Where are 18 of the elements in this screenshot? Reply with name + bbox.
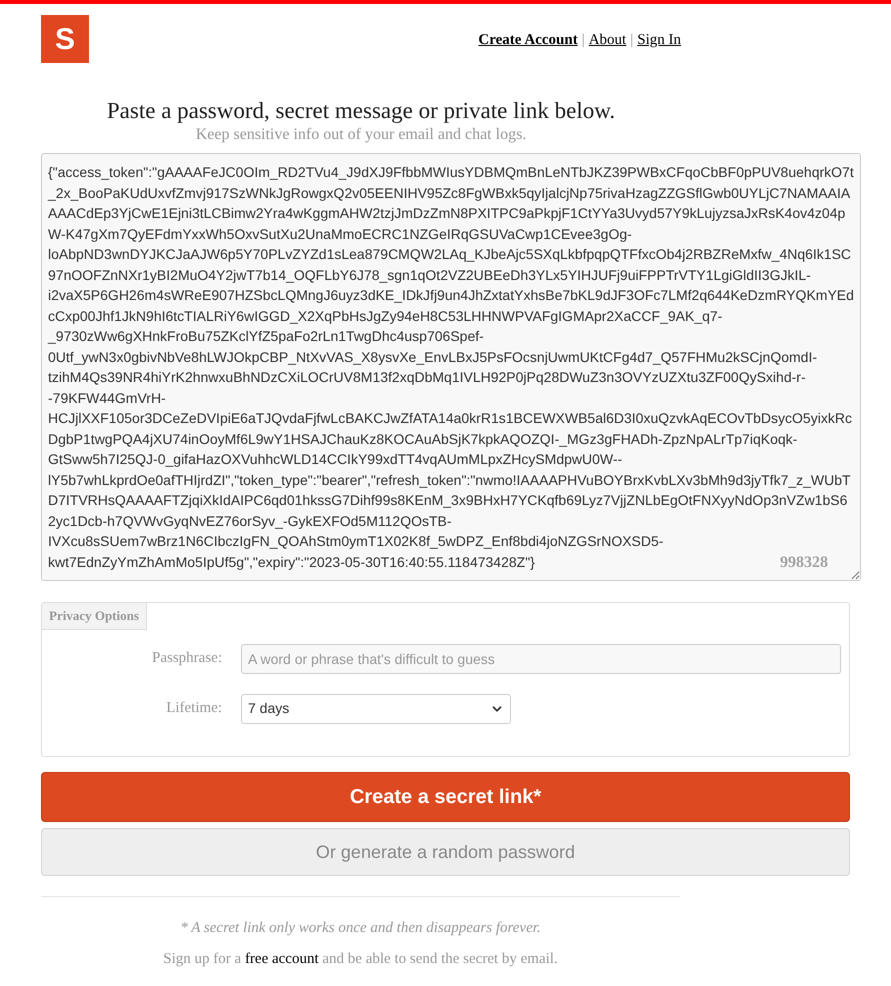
nav-separator: | [580, 31, 586, 50]
nav-separator: | [629, 31, 634, 50]
field-label: Passphrase: [151, 649, 222, 668]
passphrase-field[interactable]: A word or phrase that's difficult to guess [241, 644, 841, 674]
character-counter: 998328 [780, 553, 828, 573]
logo[interactable]: S [41, 15, 89, 63]
nav-link[interactable]: Create Account [478, 29, 578, 52]
free-account-link[interactable]: free account [244, 950, 319, 966]
subtitle: Keep sensitive info out of your email and chat logs. [196, 125, 526, 145]
signup-text: Sign up for a free account and be able to send the secret by email. [163, 950, 558, 968]
footnote: * A secret link only works once and then disappears forever. [180, 919, 541, 938]
lifetime-select[interactable]: 7 days [241, 694, 511, 724]
nav-link[interactable]: Sign In [637, 29, 681, 52]
nav-link[interactable]: About [588, 29, 626, 52]
create-link-button[interactable]: Create a secret link* [41, 772, 850, 822]
field-label: Lifetime: [165, 699, 222, 718]
panel-legend: Privacy Options [42, 603, 147, 630]
page-heading: Paste a password, secret message or private link below. [106, 97, 616, 125]
